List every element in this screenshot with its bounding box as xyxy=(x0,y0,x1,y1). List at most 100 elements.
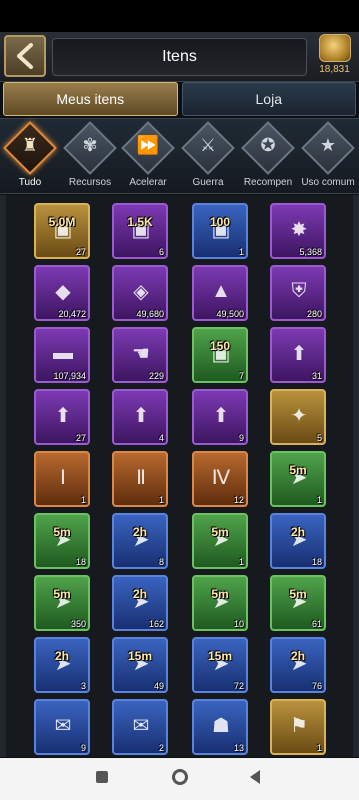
chevron-left-icon xyxy=(17,43,33,69)
helmet-icon: ⛨ xyxy=(291,279,307,302)
item-count: 7 xyxy=(238,371,244,381)
item-slot[interactable]: Ⅱ1 xyxy=(112,451,168,507)
item-tag: 5.0M xyxy=(48,215,76,229)
back-button[interactable] xyxy=(4,35,46,77)
item-slot[interactable]: ✉ 9 xyxy=(34,699,90,755)
crossed-swords-icon: ⚔ xyxy=(199,135,217,155)
item-slot[interactable]: ◆ 20,472 xyxy=(34,265,90,321)
item-slot[interactable]: ➤ 5m 1 xyxy=(192,513,248,569)
item-slot[interactable]: ▣ 150 7 xyxy=(192,327,248,383)
category-war[interactable]: ⚔ Guerra xyxy=(180,121,236,195)
item-tag: 2h xyxy=(132,525,147,539)
item-count: 5 xyxy=(316,433,322,443)
item-tag: 15m xyxy=(127,649,153,663)
item-slot[interactable]: ✸ 5,368 xyxy=(270,203,326,259)
item-slot[interactable]: ☗ 13 xyxy=(192,699,248,755)
ore-icon: ▲ xyxy=(211,279,231,302)
item-count: 31 xyxy=(311,371,322,381)
item-slot[interactable]: ➤ 5m 18 xyxy=(34,513,90,569)
tab-bar: Meus itens Loja xyxy=(0,82,359,118)
gold-coin-icon xyxy=(318,34,351,62)
item-slot[interactable]: ⬆ 31 xyxy=(270,327,326,383)
home-icon[interactable] xyxy=(172,769,188,785)
item-slot[interactable]: ▬ 107,934 xyxy=(34,327,90,383)
wheat-icon: ✾ xyxy=(82,135,98,155)
recents-icon[interactable] xyxy=(96,771,108,783)
item-slot[interactable]: ➤ 15m 49 xyxy=(112,637,168,693)
item-slot[interactable]: ➤ 2h 162 xyxy=(112,575,168,631)
wood-boost-icon: ⬆ xyxy=(290,342,308,365)
item-count: 3 xyxy=(80,681,86,691)
item-slot[interactable]: ⬆ 4 xyxy=(112,389,168,445)
item-slot[interactable]: ➤ 5m 350 xyxy=(34,575,90,631)
iron-boost-icon: ⬆ xyxy=(212,404,230,427)
item-count: 1 xyxy=(80,495,86,505)
category-label: Guerra xyxy=(192,177,224,188)
item-tag: 100 xyxy=(209,215,231,229)
page-title: Itens xyxy=(52,38,307,76)
item-slot[interactable]: ▣ 1.5K 6 xyxy=(112,203,168,259)
item-count: 76 xyxy=(311,681,322,691)
item-slot[interactable]: ➤ 5m 1 xyxy=(270,451,326,507)
item-slot[interactable]: ▲ 49,500 xyxy=(192,265,248,321)
wheat-boost-icon: ⬆ xyxy=(54,404,72,427)
stone-icon: ▬ xyxy=(53,341,73,364)
item-slot[interactable]: ☚ 229 xyxy=(112,327,168,383)
item-slot[interactable]: ⚑ 1 xyxy=(270,699,326,755)
tab-label: Loja xyxy=(255,91,282,107)
item-slot[interactable]: ✉ 2 xyxy=(112,699,168,755)
item-slot[interactable]: ➤ 5m 61 xyxy=(270,575,326,631)
item-slot[interactable]: ▣ 5.0M 27 xyxy=(34,203,90,259)
item-slot[interactable]: ➤ 2h 18 xyxy=(270,513,326,569)
teleport-i-icon: Ⅰ xyxy=(60,466,66,489)
item-count: 8 xyxy=(158,557,164,567)
item-count: 1 xyxy=(238,247,244,257)
items-grid: ▣ 5.0M 27 ▣ 1.5K 6 ▣ 100 1 ✸ 5,368 ◆ 20,472 ◈ 49,680 ▲ 4… xyxy=(0,195,359,757)
item-count: 229 xyxy=(148,371,164,381)
category-all[interactable]: ♜ Tudo xyxy=(2,121,58,195)
item-count: 27 xyxy=(75,433,86,443)
item-slot[interactable]: ⛨ 280 xyxy=(270,265,326,321)
item-count: 9 xyxy=(238,433,244,443)
item-slot[interactable]: Ⅳ 12 xyxy=(192,451,248,507)
item-slot[interactable]: ➤ 5m 10 xyxy=(192,575,248,631)
category-resources[interactable]: ✾ Recursos xyxy=(62,121,118,195)
back-triangle-icon[interactable] xyxy=(250,770,260,784)
category-speedups[interactable]: ⏩ Acelerar xyxy=(120,121,176,195)
item-slot[interactable]: ✦ 5 xyxy=(270,389,326,445)
banner-scroll-icon: ⚑ xyxy=(290,714,308,737)
item-count: 4 xyxy=(158,433,164,443)
category-label: Acelerar xyxy=(129,177,167,188)
warrior-icon: ☗ xyxy=(212,714,230,737)
item-slot[interactable]: ⬆ 9 xyxy=(192,389,248,445)
cannon-icon: ✦ xyxy=(290,404,308,427)
item-tag: 5m xyxy=(211,525,229,539)
badge-icon: ✸ xyxy=(290,218,308,241)
item-slot[interactable]: ▣ 100 1 xyxy=(192,203,248,259)
item-count: 27 xyxy=(75,247,86,257)
item-count: 350 xyxy=(70,619,86,629)
item-slot[interactable]: ⬆ 27 xyxy=(34,389,90,445)
teleport-iv-icon: Ⅳ xyxy=(211,466,231,489)
category-common-use[interactable]: ★ Uso comum xyxy=(300,121,356,195)
tab-my-items[interactable]: Meus itens xyxy=(3,82,178,116)
item-tag: 150 xyxy=(209,339,231,353)
item-slot[interactable]: ➤ 15m 72 xyxy=(192,637,248,693)
item-slot[interactable]: ◈ 49,680 xyxy=(112,265,168,321)
gold-balance[interactable]: 18,831 xyxy=(312,34,357,80)
gem-icon: ◈ xyxy=(133,280,149,303)
item-slot[interactable]: ➤ 2h 76 xyxy=(270,637,326,693)
tab-store[interactable]: Loja xyxy=(181,82,356,116)
item-slot[interactable]: ➤ 2h 3 xyxy=(34,637,90,693)
rainbow-hand-icon: ☚ xyxy=(132,342,150,365)
item-tag: 5m xyxy=(289,463,307,477)
item-count: 18 xyxy=(311,557,322,567)
category-rewards[interactable]: ✪ Recompen xyxy=(240,121,296,195)
item-slot[interactable]: ➤ 2h 8 xyxy=(112,513,168,569)
item-tag: 5m xyxy=(289,587,307,601)
crystal-icon: ◆ xyxy=(55,280,71,303)
item-count: 12 xyxy=(233,495,244,505)
item-tag: 1.5K xyxy=(127,215,153,229)
item-slot[interactable]: Ⅰ1 xyxy=(34,451,90,507)
bag-icon: ♜ xyxy=(21,135,39,155)
